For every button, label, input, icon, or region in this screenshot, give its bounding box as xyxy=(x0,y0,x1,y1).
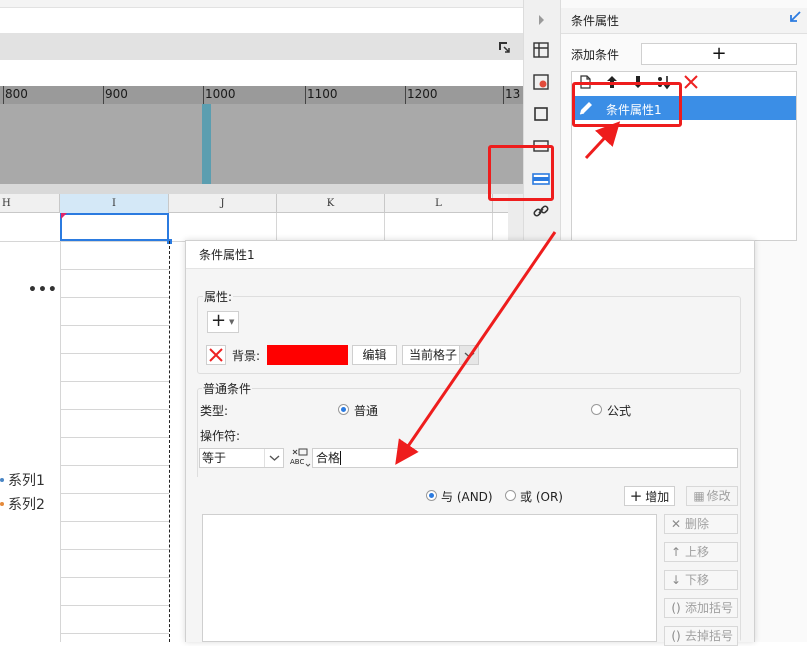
annotation-arrow-to-list xyxy=(584,121,621,160)
annotation-arrows xyxy=(395,121,621,465)
annotation-arrow-to-input xyxy=(395,231,557,465)
